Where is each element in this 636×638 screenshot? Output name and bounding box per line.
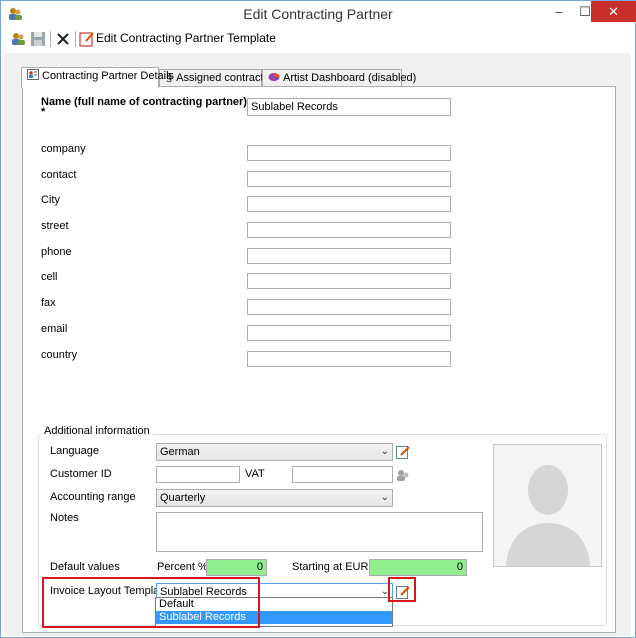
starting-at-eur-label: Starting at EUR xyxy=(292,561,369,573)
vat-label: VAT xyxy=(245,468,265,480)
chevron-down-icon: ⌄ xyxy=(380,492,389,503)
company-input[interactable] xyxy=(247,145,451,161)
phone-input[interactable] xyxy=(247,248,451,264)
contact-label: contact xyxy=(41,169,77,181)
close-button[interactable]: ✕ xyxy=(591,1,636,22)
cell-label: cell xyxy=(41,271,58,283)
city-label: City xyxy=(41,194,60,206)
chevron-down-icon: ⌄ xyxy=(380,446,389,457)
edit-template-button[interactable]: Edit Contracting Partner Template xyxy=(96,31,276,45)
contact-input[interactable] xyxy=(247,171,451,187)
accounting-range-select[interactable]: Quarterly ⌄ xyxy=(156,489,393,507)
highlight-invoice-template-box xyxy=(42,577,260,628)
percent-input[interactable]: 0 xyxy=(206,559,267,576)
language-label: Language xyxy=(50,445,99,457)
toolbar-separator xyxy=(75,31,76,47)
email-label: email xyxy=(41,323,68,335)
phone-label: phone xyxy=(41,246,72,258)
tab-label: Artist Dashboard (disabled) xyxy=(283,72,417,84)
street-label: street xyxy=(41,220,69,232)
save-icon[interactable] xyxy=(29,30,47,48)
tab-artist-dashboard[interactable]: Artist Dashboard (disabled) xyxy=(262,69,416,87)
pie-chart-icon xyxy=(268,73,280,81)
name-label: Name (full name of contracting partner) xyxy=(41,96,247,108)
card-icon xyxy=(27,69,39,80)
additional-information-title: Additional information xyxy=(41,425,153,437)
cell-input[interactable] xyxy=(247,273,451,289)
customer-id-label: Customer ID xyxy=(50,468,112,480)
customer-id-input[interactable] xyxy=(156,466,240,483)
required-marker: * xyxy=(41,106,46,118)
starting-at-eur-input[interactable]: 0 xyxy=(369,559,467,576)
fax-input[interactable] xyxy=(247,299,451,315)
city-input[interactable] xyxy=(247,196,451,212)
notes-label: Notes xyxy=(50,512,79,524)
tab-assigned-contracts[interactable]: § Assigned contracts xyxy=(159,69,269,87)
person-silhouette-icon xyxy=(494,445,601,566)
country-input[interactable] xyxy=(247,351,451,367)
tab-label: Contracting Partner Details xyxy=(42,70,175,82)
company-label: company xyxy=(41,143,86,155)
country-label: country xyxy=(41,349,78,361)
percent-label: Percent % xyxy=(157,561,208,573)
lookup-users-icon[interactable] xyxy=(395,467,411,483)
accounting-range-value: Quarterly xyxy=(160,492,206,504)
toolbar-separator xyxy=(50,31,51,47)
content-area: Contracting Partner Details § Assigned co… xyxy=(4,53,631,636)
email-input[interactable] xyxy=(247,325,451,341)
tab-label: Assigned contracts xyxy=(176,72,270,84)
window-title: Edit Contracting Partner xyxy=(243,6,393,22)
highlight-edit-template-box xyxy=(388,577,416,602)
fax-label: fax xyxy=(41,297,56,309)
accounting-range-label: Accounting range xyxy=(50,491,136,503)
street-input[interactable] xyxy=(247,222,451,238)
delete-icon[interactable] xyxy=(54,30,72,48)
name-input[interactable]: Sublabel Records xyxy=(247,98,451,116)
language-select[interactable]: German ⌄ xyxy=(156,443,393,461)
edit-contracting-partner-window: Edit Contracting Partner – ☐ ✕ Edit Cont… xyxy=(0,0,636,638)
tab-contracting-partner-details[interactable]: Contracting Partner Details xyxy=(21,67,174,88)
tab-panel-details: Name (full name of contracting partner) … xyxy=(22,86,616,633)
vat-input[interactable] xyxy=(292,466,393,483)
edit-language-icon[interactable] xyxy=(395,444,411,460)
default-values-label: Default values xyxy=(50,561,120,573)
edit-template-icon[interactable] xyxy=(78,30,96,48)
avatar[interactable] xyxy=(493,444,602,567)
title-bar: Edit Contracting Partner – ☐ ✕ xyxy=(1,1,636,28)
toolbar: Edit Contracting Partner Template xyxy=(1,28,635,50)
notes-textarea[interactable] xyxy=(156,512,483,552)
minimize-button[interactable]: – xyxy=(546,1,572,22)
language-value: German xyxy=(160,446,200,458)
users-icon[interactable] xyxy=(9,30,27,48)
